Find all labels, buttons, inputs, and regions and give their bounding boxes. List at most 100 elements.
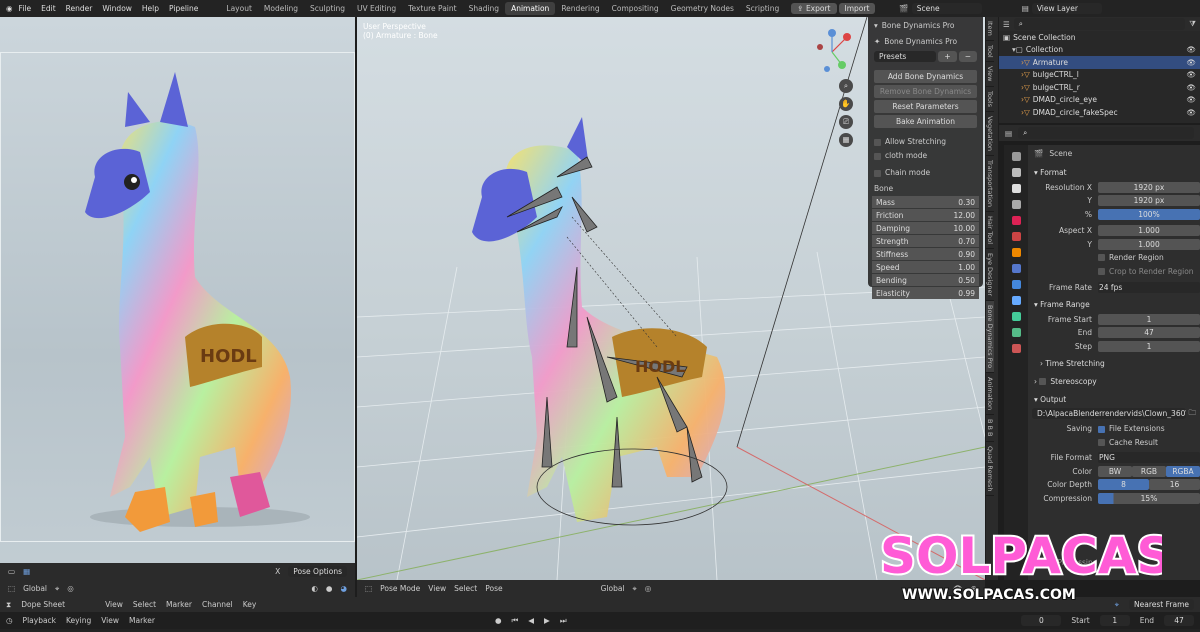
param-value[interactable]: 0.50 [958, 276, 975, 285]
view-layer-selector[interactable]: View Layer [1031, 3, 1102, 14]
remove-preset-button[interactable]: − [958, 51, 977, 62]
sidebar-tab-hair-tool[interactable]: Hair Tool [986, 212, 994, 249]
properties-search-input[interactable]: ⌕ [1018, 127, 1194, 139]
tab-modeling[interactable]: Modeling [258, 2, 304, 15]
ortho-grid-icon[interactable]: ▦ [839, 133, 853, 147]
play-icon[interactable]: ▶ [544, 616, 550, 625]
frame-start-field[interactable]: 1 [1098, 313, 1200, 325]
render-viewport[interactable]: HODL [0, 17, 355, 580]
add-preset-button[interactable]: + [938, 51, 957, 62]
editor-type-icon[interactable]: ⬚ [8, 584, 15, 593]
bake-animation-button[interactable]: Bake Animation [874, 115, 977, 128]
visibility-eye-icon[interactable]: 👁 [1186, 45, 1196, 54]
transform-pivot-icon[interactable]: ▭ [8, 567, 15, 576]
param-value[interactable]: 0.30 [958, 198, 975, 207]
outliner-item[interactable]: ›▽ DMAD_circle_fakeSpec 👁 [999, 106, 1200, 119]
view-layer-tab-icon[interactable] [1011, 200, 1021, 209]
sidebar-tab-b-b-b[interactable]: B B B [986, 415, 994, 442]
snap-icon[interactable]: ⌖ [55, 584, 59, 594]
render-region-checkbox[interactable]: Render Region [1028, 252, 1200, 265]
select-box-icon[interactable]: ▦ [23, 567, 30, 576]
transform-orientation-dropdown[interactable]: Global [23, 584, 47, 593]
cloth-mode-checkbox[interactable]: cloth mode [874, 151, 977, 160]
crop-region-checkbox[interactable]: Crop to Render Region [1028, 265, 1200, 278]
aspect-x-field[interactable]: 1.000 [1098, 225, 1200, 237]
end-frame-field[interactable]: 47 [1164, 615, 1194, 626]
param-mass[interactable]: Mass 0.30 [872, 196, 979, 208]
param-damping[interactable]: Damping 10.00 [872, 222, 979, 234]
sidebar-tab-eye-designer[interactable]: Eye Designer [986, 249, 994, 302]
color-rgb-button[interactable]: RGB [1132, 465, 1166, 477]
menu-view[interactable]: View [101, 616, 119, 625]
editor-type-icon[interactable]: ⧗ [6, 600, 11, 610]
visibility-eye-icon[interactable]: 👁 [1186, 83, 1196, 92]
outliner-display-icon[interactable]: ☰ [1003, 20, 1010, 29]
format-section[interactable]: ▾ Format [1028, 165, 1200, 180]
allow-stretching-checkbox[interactable]: Allow Stretching [874, 137, 977, 146]
menu-key[interactable]: Key [243, 600, 257, 609]
depth-8-button[interactable]: 8 [1098, 479, 1149, 491]
camera-view-icon[interactable]: ⎚ [839, 115, 853, 129]
param-bending[interactable]: Bending 0.50 [872, 274, 979, 286]
properties-editor-icon[interactable]: ▤ [1005, 129, 1012, 138]
tab-sculpting[interactable]: Sculpting [304, 2, 351, 15]
depth-16-button[interactable]: 16 [1149, 479, 1200, 491]
remove-bone-dynamics-button[interactable]: Remove Bone Dynamics [874, 85, 977, 98]
resolution-x-field[interactable]: 1920 px [1098, 181, 1200, 193]
frame-step-field[interactable]: 1 [1098, 340, 1200, 352]
param-value[interactable]: 1.00 [958, 263, 975, 272]
sidebar-tab-tools[interactable]: Tools [986, 87, 994, 112]
visibility-eye-icon[interactable]: 👁 [1186, 70, 1196, 79]
menu-edit[interactable]: Edit [41, 4, 56, 13]
current-frame-field[interactable]: 0 [1021, 615, 1062, 626]
filter-icon[interactable]: ⧩ [1189, 19, 1196, 29]
param-value[interactable]: 0.99 [958, 289, 975, 298]
visibility-eye-icon[interactable]: 👁 [1186, 108, 1196, 117]
pose-options-dropdown[interactable]: Pose Options [288, 566, 347, 577]
chain-mode-checkbox[interactable]: Chain mode [874, 168, 977, 177]
tab-shading[interactable]: Shading [463, 2, 505, 15]
sidebar-tab-view[interactable]: View [986, 62, 994, 87]
menu-view[interactable]: View [105, 600, 123, 609]
scene-selector[interactable]: Scene [911, 3, 982, 14]
shading-material-icon[interactable]: ◕ [340, 584, 347, 593]
scene-tab-icon[interactable] [1011, 216, 1021, 225]
folder-icon[interactable]: 🗀 [1189, 407, 1197, 420]
object-tab-icon[interactable] [1011, 248, 1021, 257]
tab-rendering[interactable]: Rendering [555, 2, 605, 15]
tab-compositing[interactable]: Compositing [606, 2, 665, 15]
visibility-eye-icon[interactable]: 👁 [1186, 95, 1196, 104]
tab-texture-paint[interactable]: Texture Paint [402, 2, 462, 15]
panel-header[interactable]: ▾ Bone Dynamics Pro [868, 17, 983, 34]
reset-parameters-button[interactable]: Reset Parameters [874, 100, 977, 113]
sidebar-tab-transportation[interactable]: Transportation [986, 156, 994, 212]
shading-solid-icon[interactable]: ● [326, 584, 333, 593]
start-frame-field[interactable]: 1 [1099, 615, 1130, 626]
record-icon[interactable]: ● [495, 616, 502, 625]
param-stiffness[interactable]: Stiffness 0.90 [872, 248, 979, 260]
resolution-percent-field[interactable]: 100% [1098, 208, 1200, 220]
tab-animation[interactable]: Animation [505, 2, 556, 15]
bone-tab-icon[interactable] [1011, 312, 1021, 321]
param-friction[interactable]: Friction 12.00 [872, 209, 979, 221]
outliner-item[interactable]: ▾▢ Collection 👁 [999, 44, 1200, 57]
outliner-item[interactable]: ›▽ DMAD_circle_eye 👁 [999, 94, 1200, 107]
file-format-dropdown[interactable]: PNG [1098, 452, 1200, 464]
sidebar-tab-tool[interactable]: Tool [986, 41, 994, 63]
menu-window[interactable]: Window [102, 4, 132, 13]
proportional-icon[interactable]: ◎ [645, 584, 652, 593]
export-button[interactable]: ⇪ Export [791, 3, 837, 14]
sidebar-tab-animation[interactable]: Animation [986, 373, 994, 416]
param-value[interactable]: 0.70 [958, 237, 975, 246]
tab-uv-editing[interactable]: UV Editing [351, 2, 402, 15]
add-bone-dynamics-button[interactable]: Add Bone Dynamics [874, 70, 977, 83]
compression-slider[interactable]: 15% [1098, 492, 1200, 504]
menu-pose[interactable]: Pose [485, 584, 502, 593]
menu-select[interactable]: Select [454, 584, 477, 593]
visibility-eye-icon[interactable]: 👁 [1186, 58, 1196, 67]
modifier-tab-icon[interactable] [1011, 264, 1021, 273]
blender-logo-icon[interactable]: ◉ [6, 4, 13, 13]
menu-view[interactable]: View [428, 584, 446, 593]
menu-select[interactable]: Select [133, 600, 156, 609]
data-tab-icon[interactable] [1011, 328, 1021, 337]
